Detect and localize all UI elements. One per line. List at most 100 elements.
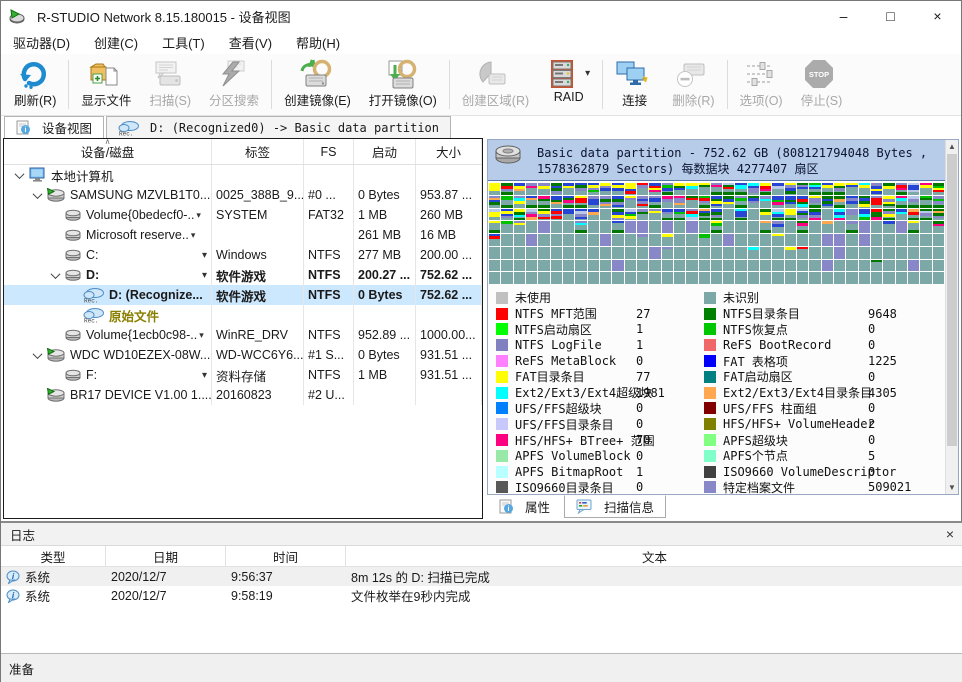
expand-chevron-icon[interactable] [33,349,43,359]
map-block [735,183,746,195]
tree-row-microsoft-reserved[interactable]: Microsoft reserve..▾261 MB16 MB [4,225,482,245]
menu-tools[interactable]: 工具(T) [150,31,217,54]
start-cell [354,385,416,405]
map-block [711,183,722,195]
tree-row-raw-files[interactable]: Rec.原始文件 [4,305,482,325]
legend-unused-swatch [496,292,508,304]
map-block [846,221,857,233]
close-button[interactable]: × [914,1,961,31]
open-image-button[interactable]: 打开镜像(O) [360,54,446,115]
start-cell: 0 Bytes [354,185,416,205]
map-block [711,221,722,233]
maximize-button[interactable]: □ [867,1,914,31]
column-header-4[interactable]: 大小 [416,139,482,164]
volume-dropdown-icon[interactable]: ▾ [202,270,207,281]
tree-row-samsung-mzvlb1t0[interactable]: SAMSUNG MZVLB1T0...0025_388B_9...#0 ...0… [4,185,482,205]
map-block [822,272,833,284]
minimize-button[interactable]: – [820,1,867,31]
legend-ufs-superblock-swatch [496,402,508,414]
tab-recognized-partition[interactable]: Rec.D: (Recognized0) -> Basic data parti… [106,116,451,138]
legend-fat-boot-count: 0 [868,370,875,384]
volume-dropdown-icon[interactable]: ▾ [202,250,207,261]
device-name-cell: 本地计算机 [4,165,212,185]
tree-row-local-computer[interactable]: 本地计算机 [4,165,482,185]
map-block [551,221,562,233]
log-column-header-3[interactable]: 文本 [346,546,962,566]
tab-device-view[interactable]: i设备视图 [4,116,104,138]
volume-dropdown-icon[interactable]: ▾ [191,230,196,241]
expand-chevron-icon[interactable] [51,269,61,279]
dropdown-caret-icon[interactable]: ▾ [585,68,590,79]
tab-properties[interactable]: i属性 [488,495,561,518]
legend-ntfs-logfile-swatch [496,339,508,351]
log-row[interactable]: i系统2020/12/79:56:378m 12s 的 D: 扫描已完成 [1,567,962,586]
map-block [871,221,882,233]
column-header-1[interactable]: 标签 [212,139,304,164]
map-block [575,234,586,246]
scroll-down-icon[interactable]: ▼ [946,481,958,494]
device-name-label: 原始文件 [109,306,159,325]
menu-create[interactable]: 创建(C) [82,31,150,54]
legend-iso-volumedescriptor: ISO9660 VolumeDescriptor0 [704,464,947,480]
connect-button[interactable]: 连接 [606,54,663,115]
refresh-button[interactable]: 刷新(R) [5,54,65,115]
legend-specific-files: 特定档案文件509021 [704,480,947,496]
scroll-thumb[interactable] [947,154,957,446]
map-block [551,272,562,284]
legend-ext-dir-label: Ext2/Ext3/Ext4目录条目 [723,384,872,401]
volume-dropdown-icon[interactable]: ▾ [199,330,204,341]
tree-row-d-recognized[interactable]: Rec.D: (Recognize...软件游戏NTFS0 Bytes752.6… [4,285,482,305]
menu-drive[interactable]: 驱动器(D) [1,31,82,54]
legend-fat-dir-swatch [496,371,508,383]
log-panel: 日志 × 类型日期时间文本 i系统2020/12/79:56:378m 12s … [1,521,962,653]
scan-block-map[interactable] [489,183,944,284]
map-block [588,234,599,246]
device-name-cell: Microsoft reserve..▾ [4,225,212,245]
tree-row-volume-1ecb0c98[interactable]: Volume{1ecb0c98-..▾WinRE_DRVNTFS952.89 .… [4,325,482,345]
map-block [859,196,870,208]
tab-scan-info[interactable]: 扫描信息 [564,495,666,518]
map-block [760,272,771,284]
log-time-cell: 9:58:19 [226,586,346,605]
tree-row-wdc-wd10ezex[interactable]: WDC WD10EZEX-08W...WD-WCC6Y6...#1 S...0 … [4,345,482,365]
volume-dropdown-icon[interactable]: ▾ [196,210,201,221]
log-column-header-0[interactable]: 类型 [1,546,106,566]
device-name-cell: Volume{0bedecf0-..▾ [4,205,212,225]
log-row[interactable]: i系统2020/12/79:58:19文件枚举在9秒内完成 [1,586,962,605]
tree-row-br17-device[interactable]: BR17 DEVICE V1.00 1....20160823#2 U... [4,385,482,405]
column-header-3[interactable]: 启动 [354,139,416,164]
scroll-up-icon[interactable]: ▲ [946,140,958,153]
fs-cell: #2 U... [304,385,354,405]
legend-ntfs-boot-count: 1 [636,322,643,336]
map-block [588,196,599,208]
map-block [822,183,833,195]
legend-fat-table: FAT 表格项1225 [704,353,947,369]
map-block [612,234,623,246]
show-files-button[interactable]: 显示文件 [72,54,140,115]
map-block [551,234,562,246]
map-block [933,272,944,284]
label-cell: 0025_388B_9... [212,185,304,205]
tree-row-d-drive[interactable]: D:▾软件游戏NTFS200.27 ...752.62 ... [4,265,482,285]
device-name-cell: BR17 DEVICE V1.00 1.... [4,385,212,405]
map-block [625,196,636,208]
raid-button[interactable]: ▾RAID [538,54,599,115]
tree-row-c-drive[interactable]: C:▾WindowsNTFS277 MB200.00 ... [4,245,482,265]
tree-row-volume-0bedecf0[interactable]: Volume{0bedecf0-..▾SYSTEMFAT321 MB260 MB [4,205,482,225]
column-header-0[interactable]: 设备/磁盘∧ [4,139,212,164]
create-image-button[interactable]: 创建镜像(E) [275,54,360,115]
map-block [908,234,919,246]
expand-chevron-icon[interactable] [33,189,43,199]
volume-dropdown-icon[interactable]: ▾ [202,370,207,381]
log-column-header-2[interactable]: 时间 [226,546,346,566]
tree-row-f-drive[interactable]: F:▾资料存储NTFS1 MB931.51 ... [4,365,482,385]
menu-help[interactable]: 帮助(H) [284,31,352,54]
map-block [859,247,870,259]
column-header-2[interactable]: FS [304,139,354,164]
expand-chevron-icon[interactable] [15,169,25,179]
log-column-header-1[interactable]: 日期 [106,546,226,566]
menu-view[interactable]: 查看(V) [217,31,284,54]
scrollbar[interactable]: ▲ ▼ [945,140,958,494]
log-close-icon[interactable]: × [946,527,954,541]
label-cell [212,225,304,245]
